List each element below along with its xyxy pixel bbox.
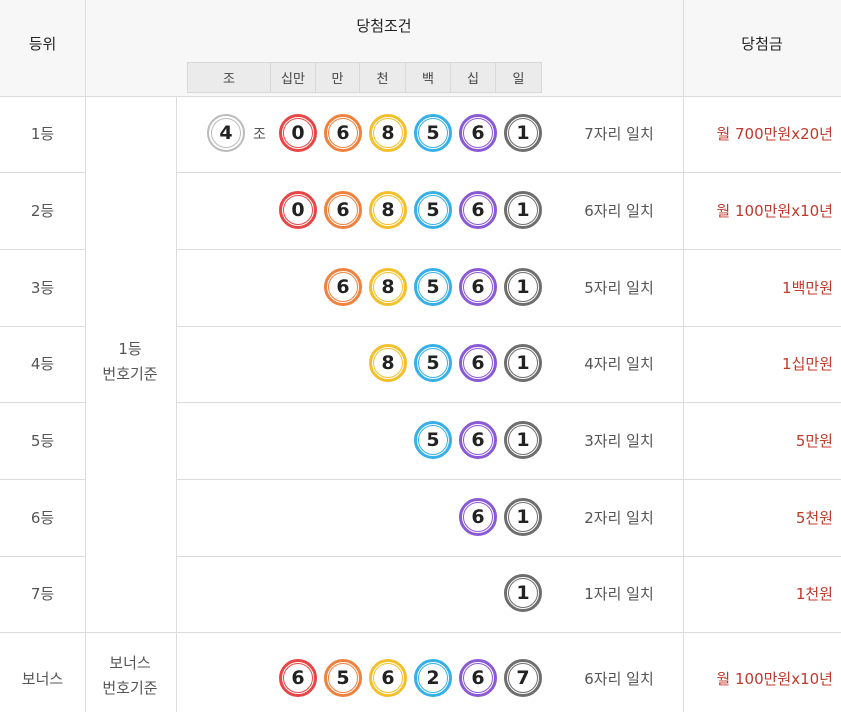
match-count: 3자리 일치 (584, 432, 654, 450)
col-cheon: 천 (360, 63, 406, 92)
match-count: 4자리 일치 (584, 355, 654, 373)
basis-bonus-line1: 보너스 (109, 654, 151, 672)
header-rank-label: 등위 (28, 35, 57, 53)
number-ball: 5 (414, 421, 452, 459)
header-condition-label: 당첨조건 (356, 17, 412, 35)
number-ball: 1 (504, 268, 542, 306)
number-ball: 1 (504, 344, 542, 382)
divider (0, 326, 85, 327)
match-count: 7자리 일치 (584, 125, 654, 143)
number-ball: 0 (279, 114, 317, 152)
col-sipman: 십만 (271, 63, 316, 92)
number-ball: 5 (414, 114, 452, 152)
number-ball: 5 (414, 344, 452, 382)
basis-first: 1등 번호기준 (85, 337, 175, 387)
header-prize-label: 당첨금 (741, 35, 783, 53)
basis-bonus-line2: 번호기준 (102, 679, 158, 697)
prize-amount: 월 700만원x20년 (716, 125, 833, 143)
rank-label: 7등 (30, 585, 55, 603)
col-group: 조 (188, 63, 271, 92)
match-count: 6자리 일치 (584, 670, 654, 688)
number-ball: 1 (504, 421, 542, 459)
number-ball: 6 (459, 498, 497, 536)
number-ball: 6 (324, 114, 362, 152)
divider (176, 556, 841, 557)
col-sip: 십 (451, 63, 496, 92)
number-ball: 6 (324, 191, 362, 229)
group-ball: 4 (207, 114, 245, 152)
col-man: 만 (316, 63, 360, 92)
divider (0, 249, 85, 250)
divider (176, 326, 841, 327)
rank-label: 3등 (30, 279, 55, 297)
basis-first-line2: 번호기준 (102, 365, 158, 383)
prize-amount: 1백만원 (782, 279, 833, 297)
number-ball: 6 (459, 191, 497, 229)
rank-label: 1등 (30, 125, 55, 143)
prize-amount: 1십만원 (782, 355, 833, 373)
rank-label: 보너스 (21, 670, 64, 688)
divider (0, 632, 841, 633)
header-prize-cell: 당첨금 (683, 0, 841, 96)
number-ball: 0 (279, 191, 317, 229)
col-il: 일 (512, 72, 525, 87)
match-count: 2자리 일치 (584, 509, 654, 527)
number-ball: 6 (369, 659, 407, 697)
number-ball: 7 (504, 659, 542, 697)
prize-amount: 월 100만원x10년 (716, 202, 833, 220)
divider (176, 402, 841, 403)
divider (176, 172, 841, 173)
number-ball: 6 (459, 344, 497, 382)
digit-column-header: 조 십만 만 천 백 십 일 (187, 62, 542, 93)
prize-amount: 월 100만원x10년 (716, 670, 833, 688)
prize-amount: 5만원 (795, 432, 833, 450)
number-ball: 1 (504, 114, 542, 152)
col-baek: 백 (406, 63, 451, 92)
number-ball: 6 (459, 114, 497, 152)
number-ball: 6 (324, 268, 362, 306)
number-ball: 6 (279, 659, 317, 697)
number-ball: 5 (324, 659, 362, 697)
group-suffix-label: 조 (253, 127, 266, 143)
divider (0, 556, 85, 557)
basis-bonus: 보너스 번호기준 (85, 651, 175, 701)
divider (0, 479, 85, 480)
number-ball: 6 (459, 421, 497, 459)
number-ball: 8 (369, 114, 407, 152)
divider (176, 479, 841, 480)
number-ball: 6 (459, 659, 497, 697)
rank-label: 4등 (30, 355, 55, 373)
number-ball: 2 (414, 659, 452, 697)
match-count: 1자리 일치 (584, 585, 654, 603)
basis-first-line1: 1등 (118, 340, 142, 358)
divider (0, 172, 85, 173)
match-count: 5자리 일치 (584, 279, 654, 297)
prize-amount: 1천원 (795, 585, 833, 603)
number-ball: 6 (459, 268, 497, 306)
number-ball: 5 (414, 191, 452, 229)
divider (176, 249, 841, 250)
number-ball: 5 (414, 268, 452, 306)
number-ball: 8 (369, 268, 407, 306)
prize-amount: 5천원 (795, 509, 833, 527)
number-ball: 8 (369, 344, 407, 382)
number-ball: 1 (504, 574, 542, 612)
rank-label: 6등 (30, 509, 55, 527)
rank-label: 2등 (30, 202, 55, 220)
divider (176, 96, 177, 712)
number-ball: 1 (504, 498, 542, 536)
header-rank-cell: 등위 (0, 0, 85, 96)
rank-label: 5등 (30, 432, 55, 450)
number-ball: 1 (504, 191, 542, 229)
divider (0, 96, 841, 97)
divider (0, 402, 85, 403)
number-ball: 8 (369, 191, 407, 229)
match-count: 6자리 일치 (584, 202, 654, 220)
